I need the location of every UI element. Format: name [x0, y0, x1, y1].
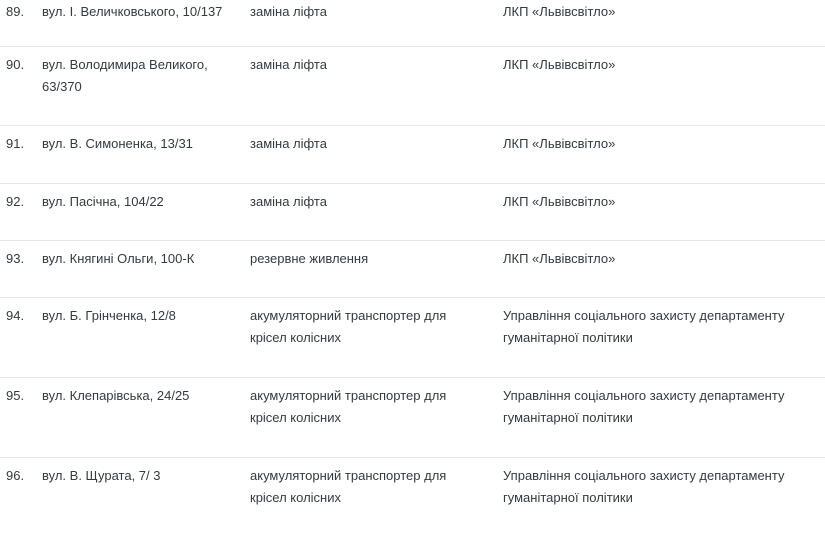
address-cell: вул. Б. Грінченка, 12/8 — [42, 305, 176, 327]
table-row: 93. вул. Княгині Ольги, 100-К резервне ж… — [0, 241, 825, 298]
organization-line: Управління соціального захисту департаме… — [503, 308, 785, 323]
work-cell: акумуляторний транспортер для крісел кол… — [250, 465, 446, 509]
work-line: крісел колісних — [250, 410, 341, 425]
address-cell: вул. Княгині Ольги, 100-К — [42, 248, 194, 270]
data-table: 89. вул. І. Величковського, 10/137 замін… — [0, 0, 825, 538]
work-cell: заміна ліфта — [250, 1, 327, 23]
row-number: 91. — [6, 136, 25, 151]
organization-line: ЛКП «Львівсвітло» — [503, 251, 616, 266]
organization-line: Управління соціального захисту департаме… — [503, 468, 785, 483]
address-line: 63/370 — [42, 79, 82, 94]
organization-line: Управління соціального захисту департаме… — [503, 388, 785, 403]
address-cell: вул. І. Величковського, 10/137 — [42, 1, 222, 23]
work-cell: заміна ліфта — [250, 191, 327, 213]
work-line: акумуляторний транспортер для — [250, 308, 447, 323]
work-line: заміна ліфта — [250, 57, 327, 72]
work-cell: резервне живлення — [250, 248, 368, 270]
work-line: акумуляторний транспортер для — [250, 388, 447, 403]
organization-line: гуманітарної політики — [503, 490, 633, 505]
row-number: 90. — [6, 57, 25, 72]
work-cell: заміна ліфта — [250, 133, 327, 155]
table-row: 89. вул. І. Величковського, 10/137 замін… — [0, 0, 825, 47]
organization-line: гуманітарної політики — [503, 330, 633, 345]
work-cell: акумуляторний транспортер для крісел кол… — [250, 385, 446, 429]
row-number: 93. — [6, 251, 25, 266]
table-row: 92. вул. Пасічна, 104/22 заміна ліфта ЛК… — [0, 184, 825, 241]
address-line: вул. І. Величковського, 10/137 — [42, 4, 223, 19]
address-cell: вул. В. Симоненка, 13/31 — [42, 133, 193, 155]
address-cell: вул. Пасічна, 104/22 — [42, 191, 164, 213]
organization-cell: ЛКП «Львівсвітло» — [503, 1, 615, 23]
work-line: заміна ліфта — [250, 194, 327, 209]
row-number: 94. — [6, 308, 25, 323]
row-number: 95. — [6, 388, 25, 403]
organization-line: ЛКП «Львівсвітло» — [503, 136, 616, 151]
organization-cell: Управління соціального захисту департаме… — [503, 465, 784, 509]
table-row: 94. вул. Б. Грінченка, 12/8 акумуляторни… — [0, 298, 825, 378]
row-number: 96. — [6, 468, 25, 483]
address-line: вул. В. Симоненка, 13/31 — [42, 136, 193, 151]
address-line: вул. Клепарівська, 24/25 — [42, 388, 190, 403]
table-row: 91. вул. В. Симоненка, 13/31 заміна ліфт… — [0, 126, 825, 184]
organization-line: ЛКП «Львівсвітло» — [503, 57, 616, 72]
table-row: 90. вул. Володимира Великого, 63/370 зам… — [0, 47, 825, 126]
work-line: крісел колісних — [250, 330, 341, 345]
organization-cell: ЛКП «Львівсвітло» — [503, 133, 615, 155]
organization-line: ЛКП «Львівсвітло» — [503, 4, 616, 19]
organization-cell: Управління соціального захисту департаме… — [503, 305, 784, 349]
table-row: 95. вул. Клепарівська, 24/25 акумуляторн… — [0, 378, 825, 458]
work-line: заміна ліфта — [250, 4, 327, 19]
organization-cell: ЛКП «Львівсвітло» — [503, 248, 615, 270]
work-line: резервне живлення — [250, 251, 369, 266]
work-line: акумуляторний транспортер для — [250, 468, 447, 483]
work-cell: акумуляторний транспортер для крісел кол… — [250, 305, 446, 349]
address-line: вул. Володимира Великого, — [42, 57, 208, 72]
row-number: 92. — [6, 194, 25, 209]
organization-line: гуманітарної політики — [503, 410, 633, 425]
address-cell: вул. Володимира Великого, 63/370 — [42, 54, 208, 98]
row-number: 89. — [6, 4, 25, 19]
address-cell: вул. Клепарівська, 24/25 — [42, 385, 189, 407]
address-line: вул. Б. Грінченка, 12/8 — [42, 308, 176, 323]
address-line: вул. Княгині Ольги, 100-К — [42, 251, 195, 266]
address-line: вул. В. Щурата, 7/ 3 — [42, 468, 161, 483]
organization-cell: ЛКП «Львівсвітло» — [503, 54, 615, 76]
address-cell: вул. В. Щурата, 7/ 3 — [42, 465, 161, 487]
table-row: 96. вул. В. Щурата, 7/ 3 акумуляторний т… — [0, 458, 825, 538]
organization-cell: Управління соціального захисту департаме… — [503, 385, 784, 429]
work-line: крісел колісних — [250, 490, 341, 505]
organization-cell: ЛКП «Львівсвітло» — [503, 191, 615, 213]
address-line: вул. Пасічна, 104/22 — [42, 194, 164, 209]
work-cell: заміна ліфта — [250, 54, 327, 76]
organization-line: ЛКП «Львівсвітло» — [503, 194, 616, 209]
work-line: заміна ліфта — [250, 136, 327, 151]
